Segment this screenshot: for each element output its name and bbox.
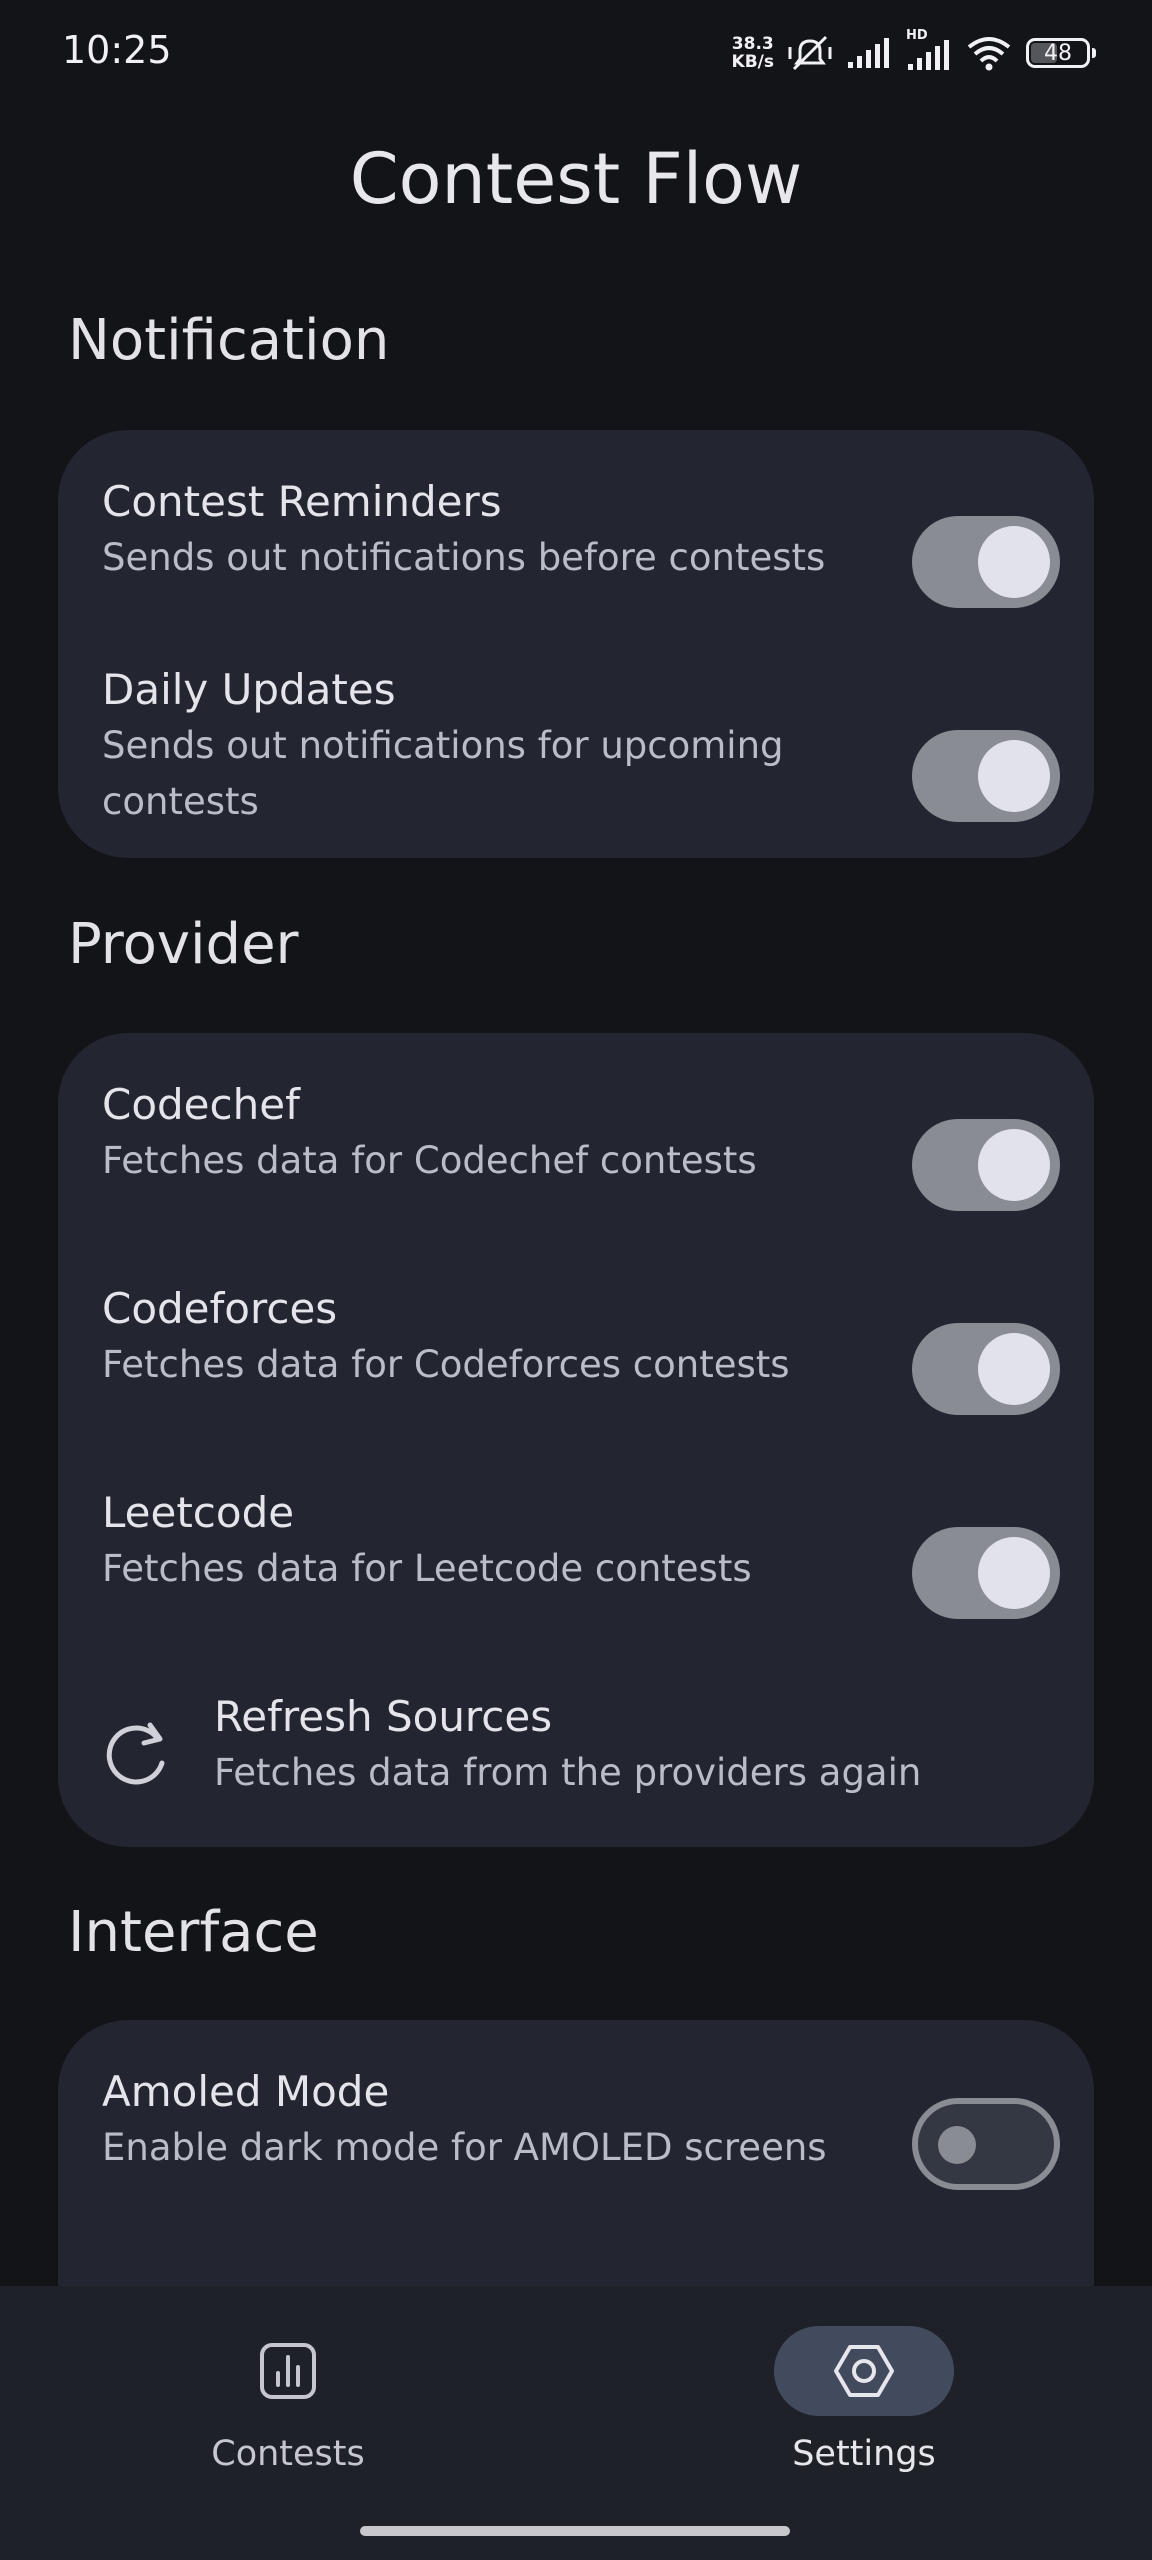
setting-title: Codeforces [102,1284,338,1333]
setting-description: Fetches data for Leetcode contests [102,1547,752,1590]
nav-pill-active [774,2326,954,2416]
setting-description: Enable dark mode for AMOLED screens [102,2126,827,2169]
codeforces-toggle[interactable] [912,1323,1060,1415]
setting-description: Sends out notifications before contests [102,536,826,579]
setting-title: Amoled Mode [102,2067,390,2116]
section-title-notification: Notification [68,308,390,373]
setting-daily-updates[interactable]: Daily Updates Sends out notifications fo… [102,662,1062,830]
section-title-provider: Provider [68,912,299,977]
setting-title: Contest Reminders [102,477,502,526]
setting-description: Fetches data for Codeforces contests [102,1343,790,1386]
status-time: 10:25 [62,28,172,72]
status-bar: 10:25 38.3 KB/s HD 48 [0,0,1152,110]
contest-reminders-toggle[interactable] [912,516,1060,608]
refresh-text: Refresh Sources Fetches data from the pr… [214,1689,1054,1801]
section-title-interface: Interface [68,1900,319,1965]
notification-card: Contest Reminders Sends out notification… [58,430,1094,858]
setting-title: Daily Updates [102,665,396,714]
nav-item-settings[interactable]: Settings [714,2326,1014,2474]
bar-chart-icon [260,2343,316,2399]
toggle-thumb [978,1333,1050,1405]
toggle-thumb [978,740,1050,812]
setting-title: Codechef [102,1080,300,1129]
toggle-thumb [938,2126,976,2164]
bottom-navigation-bar: Contests Settings [0,2286,1152,2560]
battery-icon: 48 [1026,38,1096,68]
setting-description: Sends out notifications for upcoming con… [102,724,784,823]
nav-pill [198,2326,378,2416]
setting-title: Leetcode [102,1488,295,1537]
amoled-mode-toggle[interactable] [912,2098,1060,2190]
setting-contest-reminders[interactable]: Contest Reminders Sends out notification… [102,474,1062,608]
home-indicator[interactable] [360,2526,790,2536]
toggle-thumb [978,1129,1050,1201]
setting-codeforces[interactable]: Codeforces Fetches data for Codeforces c… [102,1281,1062,1415]
mute-vibrate-icon [788,35,832,71]
leetcode-toggle[interactable] [912,1527,1060,1619]
setting-amoled-mode[interactable]: Amoled Mode Enable dark mode for AMOLED … [102,2064,1062,2190]
provider-card: Codechef Fetches data for Codechef conte… [58,1033,1094,1847]
refresh-icon [106,1722,165,1785]
nav-label-contests: Contests [211,2434,365,2474]
nav-label-settings: Settings [792,2434,936,2474]
status-icons: 38.3 KB/s HD 48 [731,28,1096,76]
codechef-toggle[interactable] [912,1119,1060,1211]
app-title: Contest Flow [349,138,803,220]
toggle-thumb [978,1537,1050,1609]
signal-icon [848,38,889,68]
daily-updates-toggle[interactable] [912,730,1060,822]
signal-hd-icon: HD [906,28,952,72]
network-speed: 38.3 KB/s [731,34,774,72]
settings-hexagon-icon [834,2345,894,2397]
wifi-icon [967,37,1011,71]
setting-codechef[interactable]: Codechef Fetches data for Codechef conte… [102,1077,1062,1211]
toggle-thumb [978,526,1050,598]
setting-description: Fetches data from the providers again [214,1751,922,1794]
setting-leetcode[interactable]: Leetcode Fetches data for Leetcode conte… [102,1485,1062,1619]
nav-item-contests[interactable]: Contests [138,2326,438,2474]
setting-title: Refresh Sources [214,1692,553,1741]
setting-description: Fetches data for Codechef contests [102,1139,757,1182]
